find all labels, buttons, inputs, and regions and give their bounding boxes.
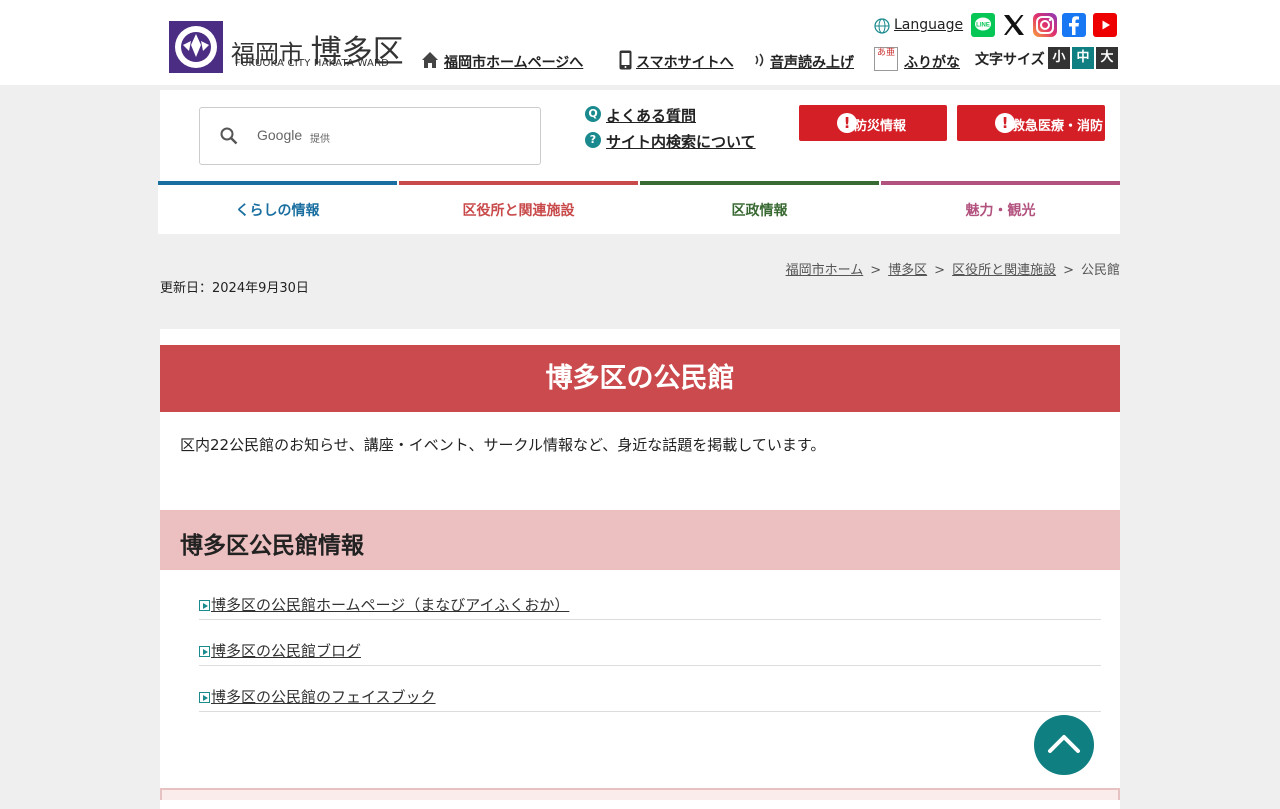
home-icon: [421, 51, 439, 73]
arrow-right-icon: [199, 646, 210, 657]
list-item: 博多区の公民館のフェイスブック: [199, 666, 1101, 712]
font-size-small-button[interactable]: 小: [1048, 47, 1070, 69]
section-title: 博多区公民館情報: [180, 533, 364, 559]
furigana-link[interactable]: ふりがな: [904, 52, 960, 72]
breadcrumb-item-fukuoka-home[interactable]: 福岡市ホーム: [786, 263, 864, 278]
svg-text:LINE: LINE: [976, 23, 990, 29]
arrow-right-icon: [199, 692, 210, 703]
x-icon[interactable]: [1002, 13, 1026, 37]
logo-english-name: FUKUOKA CITY HAKATA WARD: [235, 58, 390, 69]
list-item: 博多区の公民館ブログ: [199, 620, 1101, 666]
breadcrumb-current: 公民館: [1080, 263, 1120, 278]
read-aloud-link[interactable]: 音声読み上げ: [770, 52, 854, 72]
font-size-medium-button[interactable]: 中: [1072, 47, 1094, 69]
search-help-link[interactable]: サイト内検索について: [606, 131, 756, 152]
arrow-right-icon: [199, 600, 210, 611]
list-item: 博多区の公民館ホームページ（まなびアイふくおか）: [199, 574, 1101, 620]
city-home-link[interactable]: 福岡市ホームページへ: [444, 52, 583, 72]
help-icon: ?: [585, 132, 601, 148]
breadcrumb-item-ward-office[interactable]: 区役所と関連施設: [952, 263, 1056, 278]
emergency-medical-button[interactable]: ! 救急医療・消防: [957, 105, 1105, 141]
site-search-input[interactable]: Google 提供: [199, 107, 541, 165]
link-kouminkan-facebook[interactable]: 博多区の公民館のフェイスブック: [211, 686, 436, 707]
tab-attractions-tourism[interactable]: 魅力・観光: [881, 181, 1120, 234]
faq-link[interactable]: よくある質問: [606, 105, 696, 126]
breadcrumb-separator: >: [934, 263, 946, 278]
chevron-up-icon: [1048, 735, 1080, 753]
page-top-button[interactable]: [1034, 715, 1094, 775]
font-size-large-button[interactable]: 大: [1096, 47, 1118, 69]
breadcrumb-separator: >: [1063, 263, 1074, 278]
breadcrumb: 福岡市ホーム > 博多区 > 区役所と関連施設 > 公民館: [786, 259, 1120, 278]
city-emblem-logo[interactable]: [169, 21, 223, 73]
facebook-icon[interactable]: [1062, 13, 1086, 37]
line-icon[interactable]: LINE: [971, 13, 995, 37]
furigana-icon: あ亜: [874, 47, 898, 71]
sound-icon: [753, 52, 767, 72]
instagram-icon[interactable]: [1033, 13, 1057, 37]
font-size-label: 文字サイズ: [975, 52, 1045, 68]
breadcrumb-item-hakata[interactable]: 博多区: [888, 263, 927, 278]
furigana-icon-text: あ亜: [876, 48, 895, 58]
updated-date: 更新日：2024年9月30日: [160, 281, 309, 296]
emergency-medical-label: 救急医療・消防: [1012, 119, 1104, 134]
tab-ward-office[interactable]: 区役所と関連施設: [399, 181, 638, 234]
youtube-icon[interactable]: [1093, 13, 1117, 37]
google-label: Google: [257, 127, 303, 143]
google-provided-label: 提供: [310, 134, 330, 145]
tab-ward-administration[interactable]: 区政情報: [640, 181, 879, 234]
page-title: 博多区の公民館: [160, 345, 1120, 412]
search-icon[interactable]: [219, 126, 239, 150]
link-kouminkan-blog[interactable]: 博多区の公民館ブログ: [211, 640, 361, 661]
breadcrumb-separator: >: [870, 263, 882, 278]
disaster-info-label: 防災情報: [854, 119, 907, 134]
disaster-info-button[interactable]: ! 防災情報: [799, 105, 947, 141]
language-link[interactable]: Language: [894, 17, 963, 33]
site-header: 福岡市 博多区 FUKUOKA CITY HAKATA WARD 福岡市ホームペ…: [0, 0, 1280, 85]
globe-icon: [874, 18, 890, 38]
smartphone-icon: [619, 50, 632, 74]
smartphone-site-link[interactable]: スマホサイトへ: [636, 52, 734, 72]
next-section-box: [160, 788, 1120, 800]
link-kouminkan-homepage[interactable]: 博多区の公民館ホームページ（まなびアイふくおか）: [211, 594, 569, 615]
tab-living-info[interactable]: くらしの情報: [158, 181, 397, 234]
faq-icon: Q: [585, 106, 601, 122]
page-intro: 区内22公民館のお知らせ、講座・イベント、サークル情報など、身近な話題を掲載して…: [180, 436, 826, 454]
